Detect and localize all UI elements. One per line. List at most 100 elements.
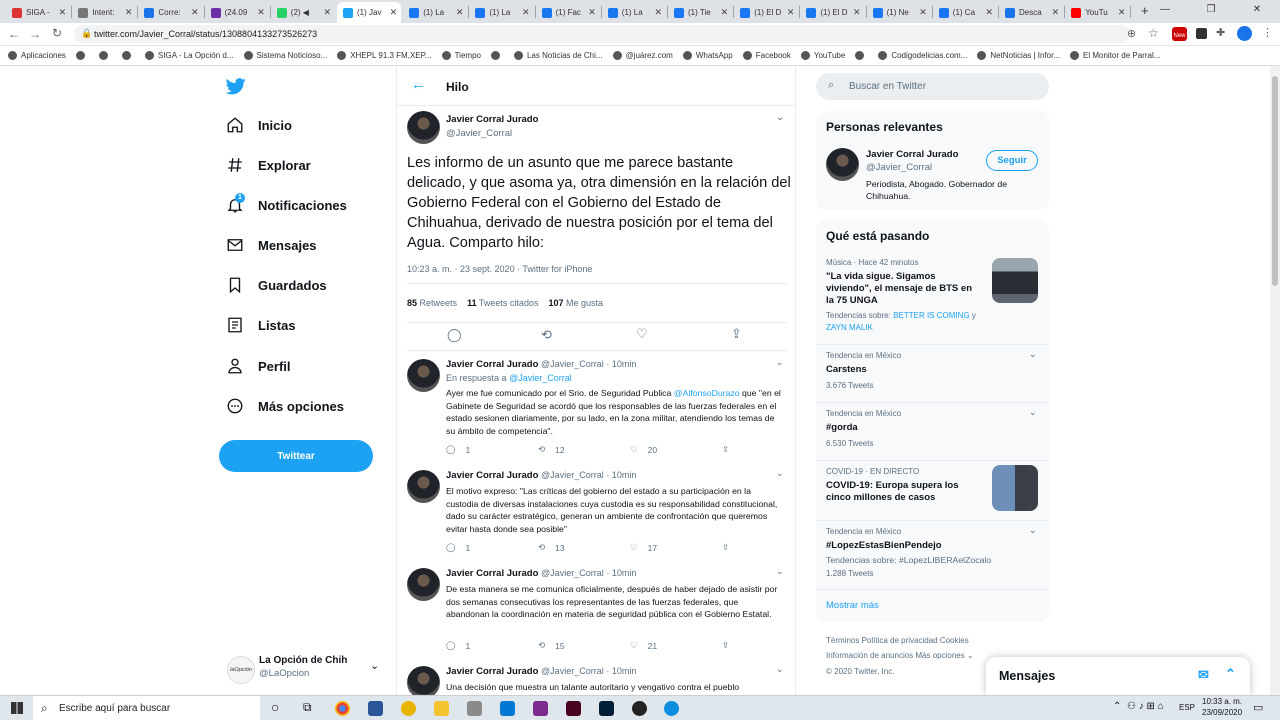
like-icon[interactable]: ♡	[636, 326, 648, 342]
quote-stat[interactable]: 11 Tweets citados	[467, 298, 538, 308]
reply-like-button[interactable]: ♡ 21	[630, 640, 722, 651]
reply-icon[interactable]: ◯	[447, 327, 462, 343]
scrollbar-track[interactable]	[1270, 66, 1280, 695]
notifications-icon[interactable]: ▭	[1253, 701, 1263, 714]
tab-close-icon[interactable]: ✕	[853, 7, 861, 18]
back-arrow-icon[interactable]: ←	[411, 76, 426, 93]
close-window-icon[interactable]: ✕	[1234, 0, 1280, 23]
bookmark-item[interactable]	[75, 51, 89, 60]
bookmark-item[interactable]: NetNoticias | Infor...	[977, 51, 1060, 60]
back-icon[interactable]: ←	[8, 27, 20, 41]
clock-date[interactable]: 23/09/2020	[1202, 708, 1242, 717]
nav-lists[interactable]: Listas	[226, 316, 296, 334]
footer-links-1[interactable]: Términos Política de privacidad Cookies	[826, 636, 969, 645]
reply-handle[interactable]: @Javier_Corral	[541, 470, 604, 480]
tab-close-icon[interactable]: ✕	[588, 7, 596, 18]
author-handle[interactable]: @Javier_Corral	[446, 128, 512, 139]
bookmark-item[interactable]: Las Noticias de Chi...	[513, 51, 603, 60]
minimize-icon[interactable]: —	[1142, 0, 1188, 23]
browser-tab[interactable]: SIGA - ✕	[6, 2, 70, 23]
author-name[interactable]: Javier Corral Jurado	[446, 114, 538, 125]
tab-close-icon[interactable]: ✕	[390, 7, 398, 18]
tab-close-icon[interactable]: ✕	[456, 7, 464, 18]
tab-close-icon[interactable]: ✕	[522, 7, 530, 18]
browser-tab[interactable]: (1) Ne ✕	[867, 2, 931, 23]
mail-icon[interactable]	[500, 701, 515, 716]
word-icon[interactable]	[368, 701, 383, 716]
browser-tab[interactable]: (1) Fac ✕	[536, 2, 600, 23]
person-name[interactable]: Javier Corral Jurado	[866, 149, 958, 160]
bookmark-item[interactable]: Facebook	[742, 51, 791, 60]
nav-profile[interactable]: Perfil	[226, 357, 291, 375]
nav-explore[interactable]: Explorar	[226, 156, 311, 174]
bookmark-item[interactable]: YouTube	[800, 51, 845, 60]
expand-up-icon[interactable]: ⌃	[1225, 666, 1236, 682]
chevron-down-icon[interactable]: ⌄	[1029, 525, 1037, 536]
tweet-button[interactable]: Twittear	[219, 440, 373, 472]
bookmark-item[interactable]: XHEPL 91.3 FM,XEP...	[337, 51, 432, 60]
chrome-icon[interactable]	[335, 701, 350, 716]
browser-tab[interactable]: (24.09 ✕	[205, 2, 269, 23]
reply-author[interactable]: Javier Corral Jurado	[446, 568, 538, 579]
browser-tab[interactable]: YouTu ✕	[1065, 2, 1129, 23]
browser-tab[interactable]: Desca ✕	[999, 2, 1063, 23]
add-icon[interactable]: ⊕	[1127, 27, 1136, 40]
reply-like-button[interactable]: ♡ 20	[630, 444, 722, 455]
browser-tab[interactable]: Intent: ✕	[72, 2, 136, 23]
browser-tab[interactable]: (1) La ✕	[403, 2, 467, 23]
bookmark-item[interactable]: Sistema Noticioso...	[243, 51, 327, 60]
cortana-icon[interactable]: ○	[271, 699, 279, 715]
language-indicator[interactable]: ESP	[1179, 703, 1195, 712]
reply-handle[interactable]: @Javier_Corral	[541, 359, 604, 369]
browser-tab[interactable]: (1) La ✕	[602, 2, 666, 23]
reply-avatar[interactable]	[407, 666, 440, 696]
tab-close-icon[interactable]: ✕	[1118, 7, 1126, 18]
reply-handle[interactable]: @Javier_Corral	[541, 666, 604, 676]
reply-menu-chevron-icon[interactable]: ⌄	[776, 664, 784, 675]
browser-tab[interactable]: (1) El D ✕	[734, 2, 798, 23]
extension-icon[interactable]	[1196, 28, 1207, 39]
reply-menu-chevron-icon[interactable]: ⌄	[776, 468, 784, 479]
tab-close-icon[interactable]: ✕	[191, 7, 199, 18]
twitter-logo-icon[interactable]	[226, 78, 246, 95]
bookmark-item[interactable]: Aplicaciones	[8, 51, 66, 60]
bookmark-item[interactable]: @juárez.com	[612, 51, 673, 60]
footer-links-2[interactable]: Información de anuncios Más opciones ⌄	[826, 651, 974, 660]
trend-item-carstens[interactable]: Tendencia en México Carstens 3.676 Tweet…	[826, 349, 1041, 401]
browser-tab[interactable]: (1) Jav ✕	[337, 2, 402, 23]
tab-close-icon[interactable]: ✕	[59, 7, 67, 18]
retweet-stat[interactable]: 85 Retweets	[407, 298, 457, 308]
star-icon[interactable]: ☆	[1148, 26, 1159, 40]
taskbar-search-input[interactable]: ⌕ Escribe aquí para buscar	[33, 696, 260, 720]
tab-close-icon[interactable]: ✕	[985, 7, 993, 18]
show-more-link[interactable]: Mostrar más	[826, 600, 879, 611]
messages-dock[interactable]: Mensajes ✉ ⌃	[986, 657, 1250, 695]
browser-tab[interactable]: (1) La ✕	[469, 2, 533, 23]
tray-chevron-icon[interactable]: ⌃	[1113, 701, 1121, 712]
tweet-menu-chevron-icon[interactable]: ⌄	[776, 112, 784, 123]
browser-tab[interactable]: (2) ◀ ✕	[271, 2, 335, 23]
reply-tweet-1[interactable]: Javier Corral Jurado @Javier_Corral · 10…	[407, 357, 787, 464]
like-stat[interactable]: 107 Me gusta	[548, 298, 603, 308]
tab-close-icon[interactable]: ✕	[919, 7, 927, 18]
mention-link[interactable]: @AlfonsoDurazo	[674, 388, 740, 398]
scrollbar-thumb[interactable]	[1272, 76, 1278, 286]
bookmark-item[interactable]	[855, 51, 868, 60]
reply-like-button[interactable]: ♡ 17	[630, 542, 722, 553]
browser-tab[interactable]: Corre: ✕	[138, 2, 202, 23]
reply-comment-button[interactable]: ◯ 1	[446, 542, 538, 553]
reply-retweet-button[interactable]: ⟲ 13	[538, 542, 630, 553]
extension-new-icon[interactable]: New	[1172, 27, 1187, 41]
reply-menu-chevron-icon[interactable]: ⌄	[776, 566, 784, 577]
bookmark-item[interactable]: Codigodelicias.com...	[878, 51, 967, 60]
store-icon[interactable]	[467, 701, 482, 716]
tab-close-icon[interactable]: ✕	[125, 7, 133, 18]
browser-tab[interactable]: (1) Tie ✕	[668, 2, 732, 23]
bookmark-item[interactable]: SIGA - La Opción d...	[144, 51, 234, 60]
person-avatar[interactable]	[826, 148, 859, 181]
tab-close-icon[interactable]: ✕	[721, 7, 729, 18]
author-avatar[interactable]	[407, 111, 440, 144]
reply-share-button[interactable]: ⇪	[722, 542, 795, 553]
reply-author[interactable]: Javier Corral Jurado	[446, 470, 538, 481]
bookmark-item[interactable]: El Monitor de Parral...	[1070, 51, 1160, 60]
